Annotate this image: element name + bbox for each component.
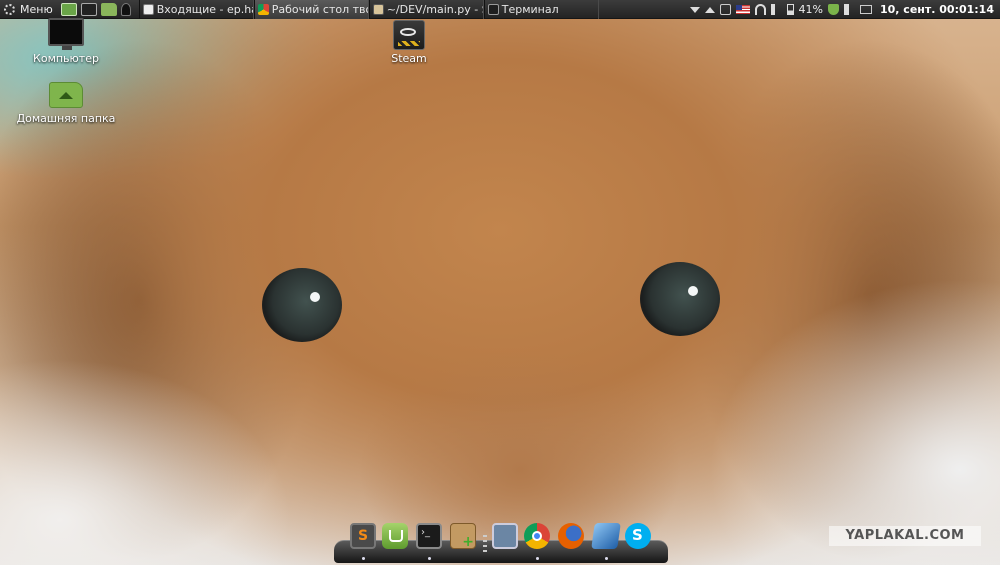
volume-icon[interactable] xyxy=(770,4,782,15)
running-indicator xyxy=(362,557,365,560)
home-folder-icon xyxy=(49,82,83,108)
battery-percent: 41% xyxy=(798,3,823,16)
task-label: Входящие - ep.hao... xyxy=(156,2,253,16)
skype-icon[interactable] xyxy=(625,523,651,549)
desktop-icon-computer[interactable]: Компьютер xyxy=(30,18,102,65)
system-tray: 41% 10, сент. 00:01:14 xyxy=(689,0,1000,19)
task-label: Рабочий стол твор... xyxy=(271,2,368,16)
dock-separator xyxy=(483,535,487,555)
mail-client-icon[interactable] xyxy=(591,523,621,549)
chrome-icon xyxy=(257,3,269,15)
package-installer-icon[interactable] xyxy=(450,523,476,550)
menu-label: Меню xyxy=(20,2,53,16)
wifi-icon[interactable] xyxy=(754,4,766,15)
desktop-icon-label: Steam xyxy=(391,52,427,65)
running-indicator xyxy=(605,557,608,560)
desktop-icon-label: Домашняя папка xyxy=(16,112,116,125)
battery-icon[interactable] xyxy=(786,4,794,15)
firefox-icon[interactable] xyxy=(558,523,584,549)
us-flag-icon[interactable] xyxy=(735,5,750,14)
running-indicator xyxy=(428,557,431,560)
desktop-wallpaper xyxy=(0,0,1000,565)
task-label: ~/DEV/main.py - S... xyxy=(386,2,483,16)
task-mail[interactable]: Входящие - ep.hao... xyxy=(138,0,254,19)
chrome-icon[interactable] xyxy=(524,523,550,549)
taskbar: Входящие - ep.hao... Рабочий стол твор..… xyxy=(138,0,599,19)
running-indicator xyxy=(536,557,539,560)
puppy-right-eye xyxy=(640,262,720,336)
desktop-icon-label: Компьютер xyxy=(33,52,99,65)
terminal-icon[interactable] xyxy=(416,523,442,549)
task-terminal[interactable]: Терминал xyxy=(483,0,599,19)
spy-launcher-icon[interactable] xyxy=(120,2,131,16)
mail-icon xyxy=(142,3,154,15)
download-icon[interactable] xyxy=(689,6,700,13)
computer-icon xyxy=(48,18,84,50)
task-editor[interactable]: ~/DEV/main.py - S... xyxy=(368,0,484,19)
menu-gear-icon xyxy=(4,3,15,15)
upload-icon[interactable] xyxy=(704,6,715,13)
desktop-icon-steam[interactable]: Steam xyxy=(384,20,434,65)
shield-icon[interactable] xyxy=(827,4,839,15)
terminal-launcher-icon[interactable] xyxy=(80,2,97,16)
mint-install-icon[interactable] xyxy=(382,523,408,549)
clock[interactable]: 10, сент. 00:01:14 xyxy=(880,3,994,16)
folder-launcher-icon[interactable] xyxy=(100,2,117,16)
task-label: Терминал xyxy=(501,2,559,16)
clipboard-icon[interactable] xyxy=(719,4,731,15)
speaker-icon[interactable] xyxy=(843,4,855,15)
top-panel: Меню Входящие - ep.hao... Рабочий стол т… xyxy=(0,0,1000,19)
keyboard-icon[interactable] xyxy=(859,5,872,14)
menu-button[interactable]: Меню xyxy=(0,0,59,19)
terminal-icon xyxy=(487,3,499,15)
show-desktop-icon[interactable] xyxy=(60,2,77,16)
watermark: YAPLAKAL.COM xyxy=(829,526,981,546)
steam-icon xyxy=(393,20,425,50)
task-chrome[interactable]: Рабочий стол твор... xyxy=(253,0,369,19)
desktop-icon-home[interactable]: Домашняя папка xyxy=(16,82,116,125)
virtualbox-icon[interactable] xyxy=(492,523,518,549)
sublime-text-icon[interactable] xyxy=(350,523,376,549)
puppy-left-eye xyxy=(262,268,342,342)
editor-icon xyxy=(372,3,384,15)
